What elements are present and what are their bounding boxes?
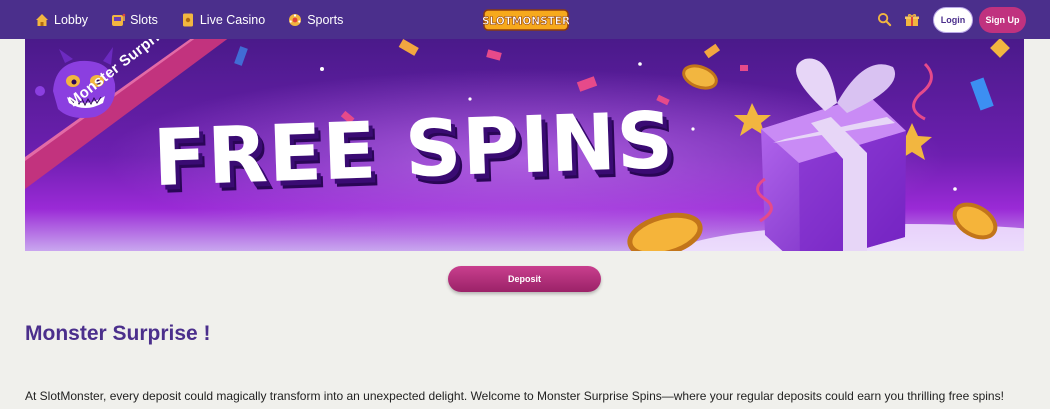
nav-item-slots[interactable]: Slots bbox=[110, 12, 158, 28]
logo-text: SLOTMONSTER bbox=[483, 16, 569, 28]
gift-icon bbox=[905, 13, 919, 26]
nav-item-lobby[interactable]: Lobby bbox=[34, 12, 88, 28]
signup-button[interactable]: Sign Up bbox=[979, 6, 1026, 33]
deposit-button[interactable]: Deposit bbox=[448, 266, 601, 292]
nav-item-label: Sports bbox=[307, 12, 344, 27]
nav-links: Lobby Slots Live Casino Sports bbox=[0, 12, 365, 28]
ball-icon bbox=[289, 13, 302, 26]
promo-banner[interactable]: Monster Surprise FREE SPINS bbox=[25, 39, 1024, 251]
slotmonster-logo[interactable]: SLOTMONSTER bbox=[483, 8, 569, 32]
search-icon bbox=[877, 12, 891, 27]
gift-button[interactable] bbox=[903, 11, 921, 29]
nav-item-sports[interactable]: Sports bbox=[287, 12, 343, 28]
page-title: Monster Surprise ! bbox=[25, 322, 211, 345]
gift-box-icon bbox=[756, 58, 933, 251]
login-button[interactable]: Login bbox=[933, 6, 973, 33]
nav-actions: Login Sign Up bbox=[875, 0, 1026, 39]
search-button[interactable] bbox=[875, 11, 893, 29]
nav-item-live-casino[interactable]: Live Casino bbox=[180, 12, 265, 28]
nav-item-label: Lobby bbox=[54, 12, 89, 27]
page-description: At SlotMonster, every deposit could magi… bbox=[25, 389, 1004, 403]
top-nav: Lobby Slots Live Casino Sports SLOTMONST… bbox=[0, 0, 1050, 39]
home-icon bbox=[36, 13, 48, 26]
nav-item-label: Live Casino bbox=[199, 12, 266, 27]
nav-item-label: Slots bbox=[130, 12, 158, 27]
banner-headline: FREE SPINS bbox=[151, 95, 676, 205]
slot-machine-icon bbox=[112, 13, 126, 26]
playing-card-icon bbox=[182, 13, 193, 26]
